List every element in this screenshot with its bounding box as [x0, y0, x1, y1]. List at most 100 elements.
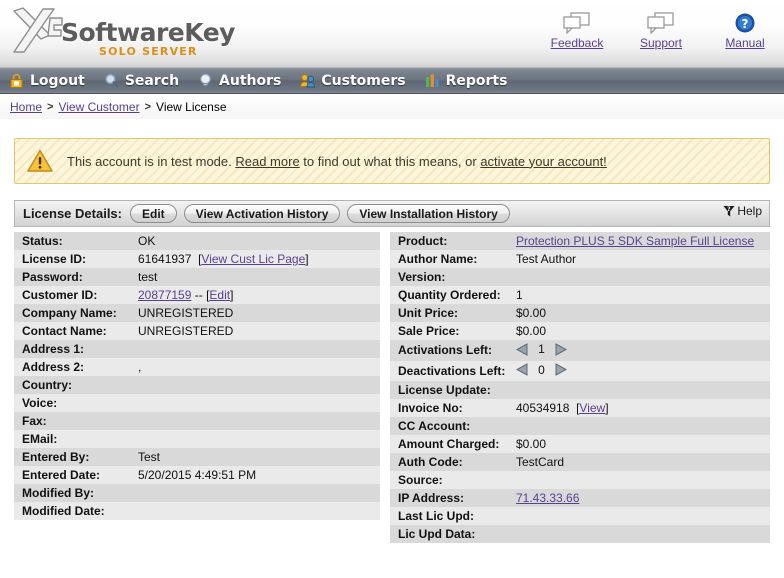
header-link-support[interactable]: Support: [630, 10, 692, 50]
table-row: Fax:: [14, 412, 380, 430]
detail-row-value: [130, 484, 380, 502]
view-installation-history-button[interactable]: View Installation History: [347, 204, 509, 223]
table-row: IP Address:71.43.33.66: [390, 489, 770, 507]
detail-row-value: $0.00: [508, 322, 770, 340]
nav-item-search[interactable]: Search: [103, 72, 179, 89]
detail-row-label: Product:: [390, 232, 508, 250]
detail-row-label: Status:: [14, 232, 130, 250]
header-link-label[interactable]: Feedback: [551, 36, 604, 50]
header-link-label[interactable]: Support: [640, 36, 682, 50]
detail-row-label: Contact Name:: [14, 322, 130, 340]
breadcrumb-item-view-customer[interactable]: View Customer: [58, 100, 139, 114]
table-row: Auth Code:TestCard: [390, 453, 770, 471]
notice-read-more-link[interactable]: Read more: [235, 154, 299, 169]
table-row: Quantity Ordered:1: [390, 286, 770, 304]
detail-row-label: CC Account:: [390, 417, 508, 435]
toolbar-title: License Details:: [23, 206, 122, 221]
page-header: SoftwareKey SOLO SERVER Feedback: [0, 0, 784, 68]
detail-value-link[interactable]: Protection PLUS 5 SDK Sample Full Licens…: [516, 234, 754, 248]
notice-container: This account is in test mode. Read more …: [0, 120, 784, 184]
brand-logo[interactable]: SoftwareKey SOLO SERVER: [6, 2, 206, 66]
detail-row-value: UNREGISTERED: [130, 304, 380, 322]
detail-row-label: Company Name:: [14, 304, 130, 322]
notice-activate-link[interactable]: activate your account!: [480, 154, 606, 169]
detail-separator: --: [195, 288, 203, 302]
breadcrumb-item-home[interactable]: Home: [10, 100, 42, 114]
detail-value-text: $0.00: [516, 306, 546, 320]
detail-row-value: OK: [130, 232, 380, 250]
table-row: Entered By:Test: [14, 448, 380, 466]
detail-row-label: Last Lic Upd:: [390, 507, 508, 525]
detail-row-value: 1: [508, 286, 770, 304]
detail-value-text: 5/20/2015 4:49:51 PM: [138, 468, 256, 482]
chevron-right-icon[interactable]: [554, 343, 567, 356]
toolbar-container: License Details: Edit View Activation Hi…: [0, 184, 784, 227]
detail-row-value: [508, 507, 770, 525]
detail-row-value: [130, 430, 380, 448]
nav-item-label: Authors: [219, 73, 281, 89]
detail-value-text: test: [138, 270, 157, 284]
license-right-panel: Product: Protection PLUS 5 SDK Sample Ful…: [390, 232, 770, 543]
detail-value-link[interactable]: 20877159: [138, 288, 191, 302]
nav-item-label: Customers: [321, 73, 405, 89]
detail-value-text: TestCard: [516, 455, 564, 469]
detail-edit-link[interactable]: Edit: [209, 288, 230, 302]
detail-row-value: $0.00: [508, 304, 770, 322]
detail-value-text: 61641937: [138, 252, 191, 266]
edit-button[interactable]: Edit: [130, 204, 177, 223]
detail-bracket-link[interactable]: View: [579, 401, 605, 415]
detail-row-label: Password:: [14, 268, 130, 286]
detail-row-value: [130, 340, 380, 358]
detail-row-value: 20877159 -- [Edit]: [130, 286, 380, 304]
nav-item-customers[interactable]: Customers: [299, 72, 405, 89]
detail-bracket-wrap: [View]: [576, 401, 608, 415]
detail-row-value: [130, 502, 380, 520]
header-link-manual[interactable]: ? Manual: [714, 10, 776, 50]
nav-item-label: Logout: [30, 73, 85, 89]
detail-value-link[interactable]: 71.43.33.66: [516, 491, 579, 505]
nav-item-reports[interactable]: Reports: [424, 72, 508, 89]
users-icon: [299, 72, 316, 89]
detail-row-value: Test: [130, 448, 380, 466]
table-row: Amount Charged:$0.00: [390, 435, 770, 453]
license-details-toolbar: License Details: Edit View Activation Hi…: [14, 200, 770, 227]
license-customer-table: Status:OKLicense ID:61641937 [View Cust …: [14, 232, 380, 520]
detail-row-value: [508, 417, 770, 435]
table-row: Invoice No:40534918 [View]: [390, 399, 770, 417]
detail-value-text: ,: [138, 360, 141, 374]
detail-row-value: [508, 525, 770, 543]
chevron-left-icon[interactable]: [516, 363, 529, 376]
detail-row-value: TestCard: [508, 453, 770, 471]
table-row: Version:: [390, 268, 770, 286]
detail-row-label: Quantity Ordered:: [390, 286, 508, 304]
detail-row-label: Customer ID:: [14, 286, 130, 304]
notice-text: This account is in test mode. Read more …: [67, 154, 607, 169]
header-link-feedback[interactable]: Feedback: [546, 10, 608, 50]
nav-item-authors[interactable]: Authors: [197, 72, 281, 89]
header-link-label[interactable]: Manual: [725, 36, 764, 50]
table-row: Activations Left:1: [390, 340, 770, 361]
detail-row-value: 1: [508, 340, 770, 361]
detail-row-value: 40534918 [View]: [508, 399, 770, 417]
table-row: Modified Date:: [14, 502, 380, 520]
detail-value-text: 40534918: [516, 401, 569, 415]
detail-row-value: [130, 412, 380, 430]
detail-value-text: $0.00: [516, 324, 546, 338]
detail-row-value: 0: [508, 361, 770, 382]
detail-bracket-link[interactable]: View Cust Lic Page: [201, 252, 305, 266]
table-row: Lic Upd Data:: [390, 525, 770, 543]
detail-row-label: Entered Date:: [14, 466, 130, 484]
nav-item-logout[interactable]: Logout: [8, 72, 85, 89]
table-row: Company Name: UNREGISTERED: [14, 304, 380, 322]
help-funnel-icon: ?: [722, 204, 736, 218]
nav-item-label: Search: [125, 73, 179, 89]
help-button[interactable]: ? Help: [722, 204, 762, 218]
chevron-right-icon[interactable]: [554, 363, 567, 376]
detail-row-label: Modified By:: [14, 484, 130, 502]
breadcrumb-separator: >: [47, 101, 53, 113]
detail-row-value: [508, 381, 770, 399]
view-activation-history-button[interactable]: View Activation History: [184, 204, 341, 223]
chevron-left-icon[interactable]: [516, 343, 529, 356]
detail-value-text: UNREGISTERED: [138, 306, 233, 320]
detail-row-label: License Update:: [390, 381, 508, 399]
